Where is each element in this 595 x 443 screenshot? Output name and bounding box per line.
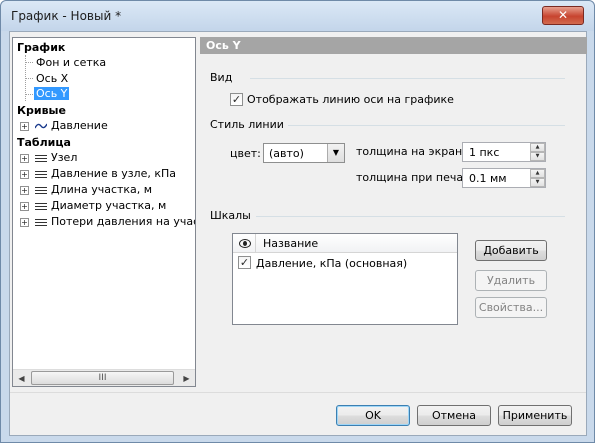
scale-name: Давление, кПа (основная) [256, 257, 408, 270]
title-bar[interactable]: График - Новый * ✕ [1, 1, 594, 31]
horizontal-scrollbar[interactable]: ◀ III ▶ [13, 369, 195, 386]
show-axis-checkbox[interactable]: ✓ [230, 93, 243, 106]
tree-node-column[interactable]: Диаметр участка, м [51, 199, 166, 212]
expand-icon[interactable]: + [20, 218, 29, 227]
tree-node-background-grid[interactable]: Фон и сетка [36, 56, 106, 69]
footer-divider [10, 392, 586, 393]
window-title: График - Новый * [11, 9, 122, 23]
tree-node-axis-x[interactable]: Ось X [36, 72, 68, 85]
eye-icon[interactable] [239, 239, 251, 248]
show-axis-label: Отображать линию оси на графике [247, 93, 454, 106]
spin-up-icon[interactable]: ▲ [530, 169, 545, 178]
screen-width-value: 1 пкс [469, 146, 500, 159]
group-separator [250, 78, 565, 79]
expand-icon[interactable]: + [20, 202, 29, 211]
tree-node-column[interactable]: Потери давления на участке [51, 215, 195, 228]
column-icon [35, 219, 47, 226]
scales-list[interactable]: Название ✓ Давление, кПа (основная) [232, 233, 458, 325]
scroll-right-icon[interactable]: ▶ [178, 370, 195, 386]
properties-button[interactable]: Свойства... [475, 297, 547, 318]
tree-node-curves[interactable]: Кривые [17, 104, 66, 117]
group-label-line-style: Стиль линии [210, 118, 284, 131]
list-header: Название [233, 234, 457, 253]
tree-node-graph[interactable]: График [17, 41, 65, 54]
scroll-thumb[interactable]: III [31, 371, 174, 385]
delete-button[interactable]: Удалить [475, 270, 547, 291]
print-width-spinner[interactable]: 0.1 мм ▲ ▼ [462, 168, 546, 188]
dialog-window: График - Новый * ✕ График Фон и сетка Ос… [0, 0, 595, 443]
column-header-name[interactable]: Название [263, 237, 318, 250]
column-icon [35, 155, 47, 162]
print-width-value: 0.1 мм [469, 172, 507, 185]
expand-icon[interactable]: + [20, 170, 29, 179]
scale-visible-checkbox[interactable]: ✓ [238, 256, 251, 269]
spin-down-icon[interactable]: ▼ [530, 178, 545, 187]
close-button[interactable]: ✕ [542, 6, 584, 25]
screen-width-spinner[interactable]: 1 пкс ▲ ▼ [462, 142, 546, 162]
column-separator[interactable] [255, 234, 256, 253]
spin-down-icon[interactable]: ▼ [530, 152, 545, 161]
group-label-view: Вид [210, 71, 233, 84]
spin-up-icon[interactable]: ▲ [530, 143, 545, 152]
color-select[interactable]: (авто) ▼ [263, 143, 345, 163]
tree-line [25, 78, 33, 79]
tree-node-axis-y[interactable]: Ось Y [34, 87, 70, 100]
group-label-scales: Шкалы [210, 209, 251, 222]
tree-line [25, 94, 33, 95]
tree-node-column[interactable]: Узел [51, 151, 77, 164]
tree-node-table[interactable]: Таблица [17, 136, 71, 149]
tree-node-column[interactable]: Длина участка, м [51, 183, 152, 196]
apply-button[interactable]: Применить [498, 405, 572, 426]
expand-icon[interactable]: + [20, 122, 29, 131]
tree-node-column[interactable]: Давление в узле, кПа [51, 167, 176, 180]
ok-button[interactable]: OK [336, 405, 410, 426]
curve-icon [35, 123, 47, 129]
color-label: цвет: [230, 147, 261, 160]
add-button[interactable]: Добавить [475, 240, 547, 261]
chevron-down-icon[interactable]: ▼ [327, 144, 344, 162]
dialog-client-area: График Фон и сетка Ось X Ось Y Кривые + … [9, 31, 587, 436]
tree-line [25, 62, 33, 63]
list-item[interactable]: ✓ Давление, кПа (основная) [233, 254, 457, 272]
expand-icon[interactable]: + [20, 154, 29, 163]
color-select-value: (авто) [269, 147, 304, 160]
group-separator [256, 216, 565, 217]
section-title: Ось Y [200, 37, 587, 54]
screen-width-label: толщина на экране: [356, 145, 473, 158]
cancel-button[interactable]: Отмена [417, 405, 491, 426]
expand-icon[interactable]: + [20, 186, 29, 195]
tree-node-pressure[interactable]: Давление [51, 119, 108, 132]
column-icon [35, 171, 47, 178]
column-icon [35, 187, 47, 194]
group-separator [288, 125, 565, 126]
settings-tree[interactable]: График Фон и сетка Ось X Ось Y Кривые + … [12, 37, 196, 387]
column-icon [35, 203, 47, 210]
scroll-left-icon[interactable]: ◀ [13, 370, 30, 386]
